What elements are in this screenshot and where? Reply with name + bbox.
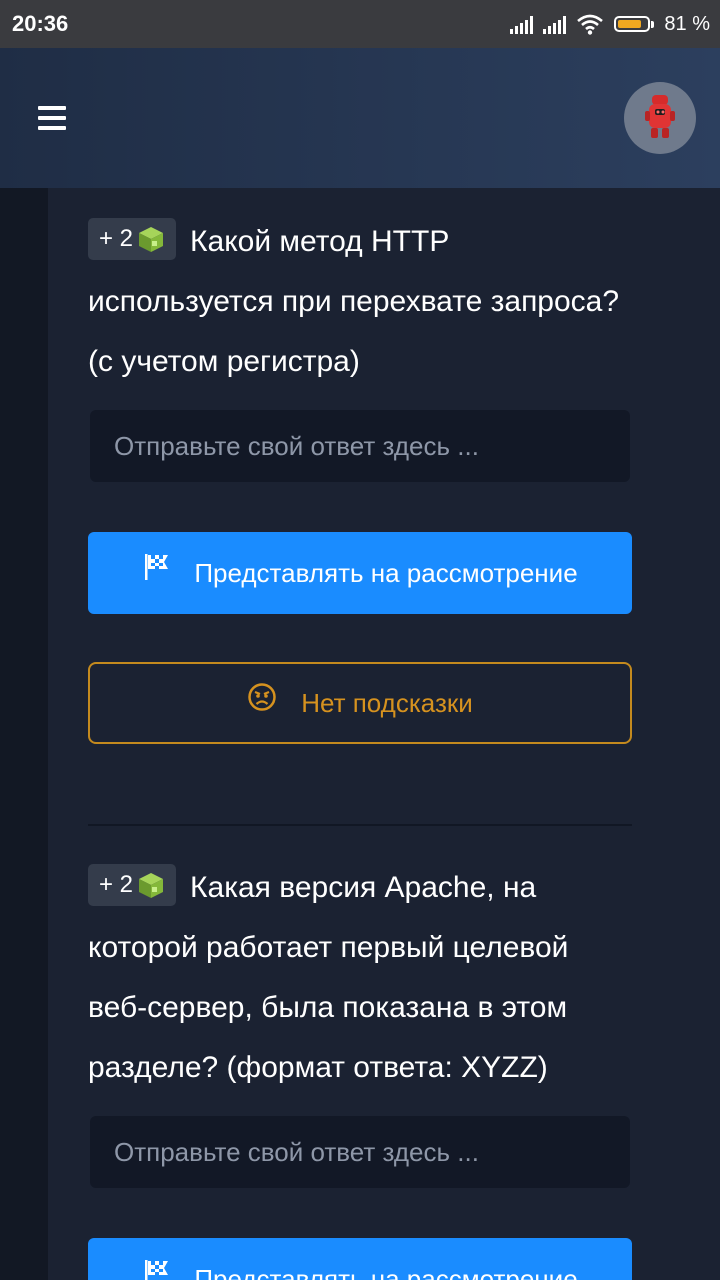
battery-percent: 81 % bbox=[664, 12, 710, 35]
points-value: + 2 bbox=[99, 871, 134, 899]
answer-input[interactable] bbox=[90, 410, 630, 482]
cube-icon bbox=[139, 227, 164, 253]
hint-button[interactable]: Нет подсказки bbox=[88, 662, 632, 744]
points-value: + 2 bbox=[99, 225, 134, 253]
status-time: 20:36 bbox=[12, 11, 69, 36]
checkered-flag-icon bbox=[145, 554, 169, 580]
question-1: + 2 Какой метод HTTP используется при пе… bbox=[88, 212, 633, 392]
battery-icon bbox=[614, 16, 655, 32]
submit-label: Представлять на рассмотрение bbox=[194, 557, 578, 588]
side-strip bbox=[0, 188, 48, 1280]
submit-button[interactable]: Представлять на рассмотрение bbox=[88, 1238, 632, 1280]
robot-avatar-icon bbox=[645, 95, 675, 138]
cube-icon bbox=[139, 873, 164, 899]
signal-icon bbox=[510, 14, 534, 34]
avatar[interactable] bbox=[624, 82, 696, 154]
status-bar: 20:36 81 % bbox=[0, 0, 720, 48]
points-badge: + 2 bbox=[88, 864, 177, 907]
checkered-flag-icon bbox=[145, 1260, 169, 1280]
submit-label: Представлять на рассмотрение bbox=[194, 1263, 578, 1280]
task-content: + 2 Какой метод HTTP используется при пе… bbox=[48, 188, 720, 1280]
hint-label: Нет подсказки bbox=[301, 687, 473, 718]
hamburger-menu-icon[interactable] bbox=[38, 106, 66, 130]
sad-face-icon bbox=[248, 683, 276, 711]
points-badge: + 2 bbox=[88, 218, 177, 261]
signal-icon bbox=[543, 14, 567, 34]
app-header bbox=[0, 48, 720, 188]
wifi-icon bbox=[577, 14, 604, 35]
question-2: + 2 Какая версия Apache, на которой рабо… bbox=[88, 858, 633, 1098]
status-icons: 81 % bbox=[510, 13, 710, 36]
divider bbox=[88, 824, 632, 826]
answer-input[interactable] bbox=[90, 1116, 630, 1188]
submit-button[interactable]: Представлять на рассмотрение bbox=[88, 532, 632, 614]
